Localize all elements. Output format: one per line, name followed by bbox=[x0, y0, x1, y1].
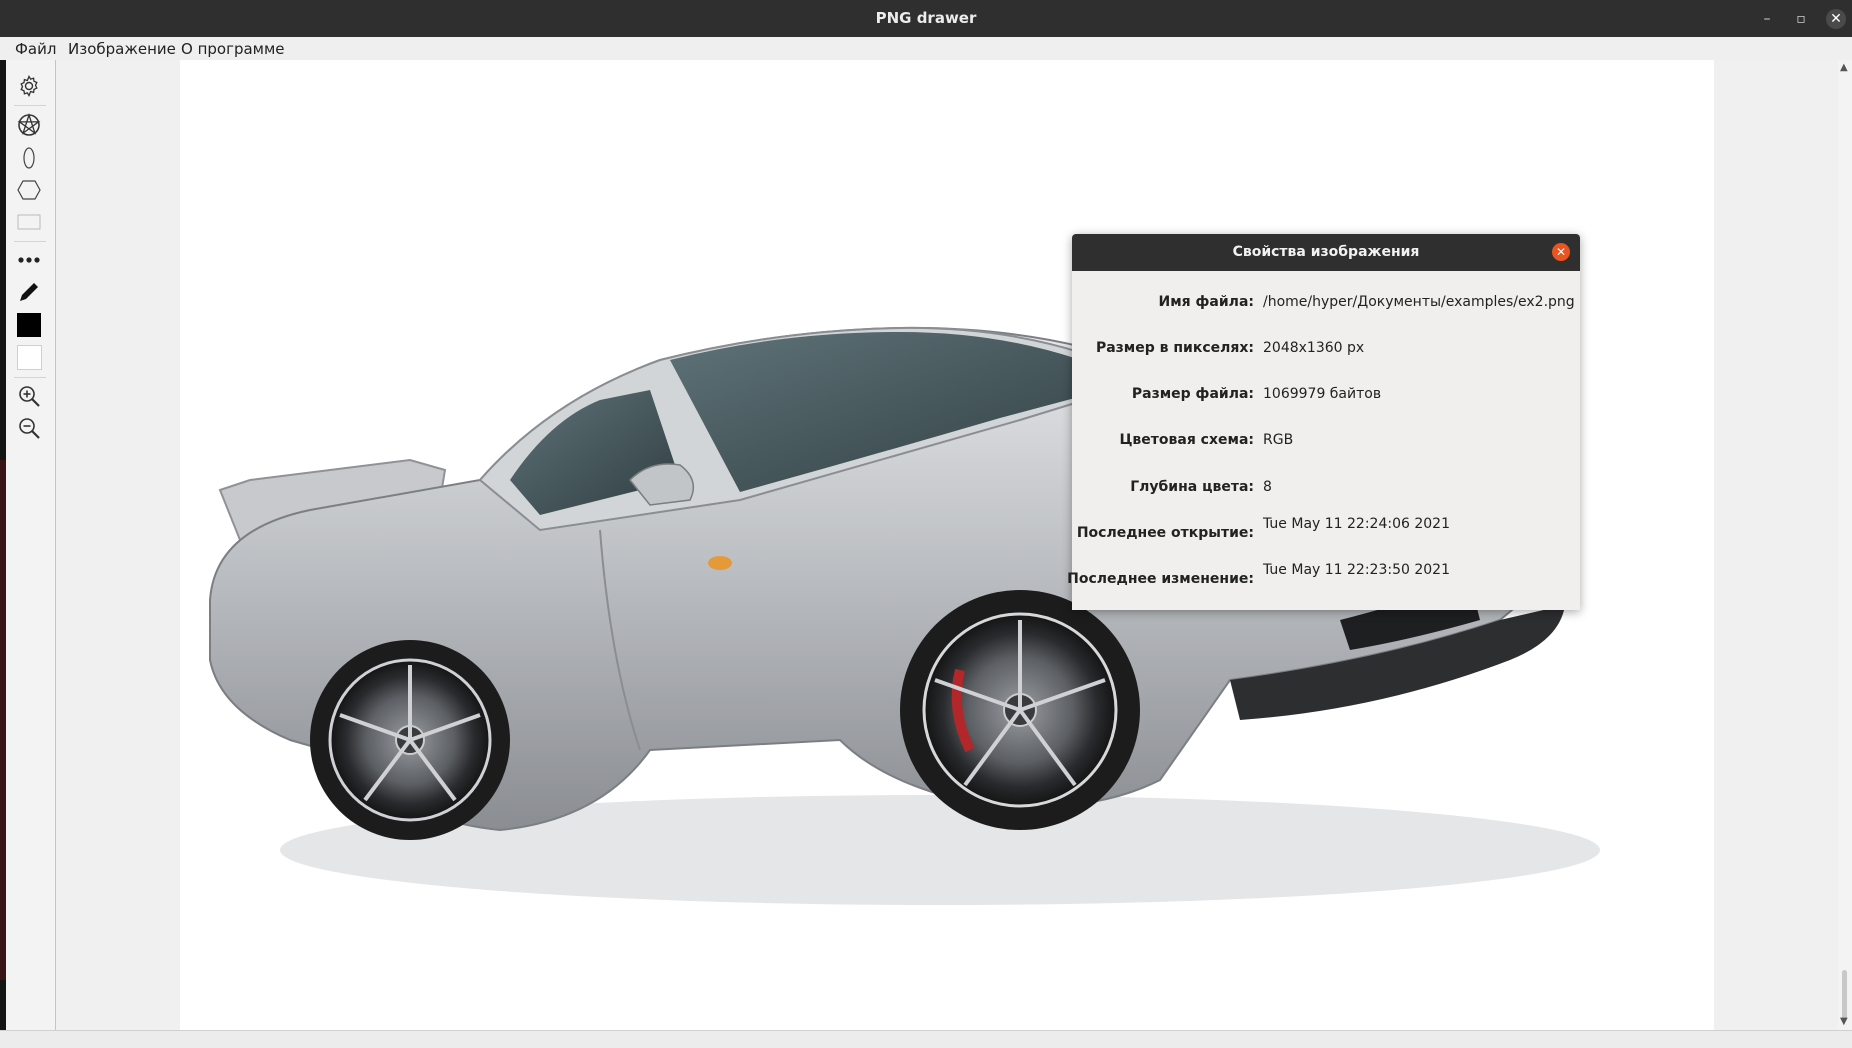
label-color-scheme: Цветовая схема: bbox=[1119, 432, 1254, 448]
primary-color-swatch[interactable] bbox=[16, 312, 42, 338]
window-titlebar: PNG drawer – ▫ ✕ bbox=[0, 0, 1852, 37]
tool-palette bbox=[6, 60, 56, 1030]
scroll-up-icon[interactable]: ▲ bbox=[1840, 62, 1848, 73]
menu-file[interactable]: Файл bbox=[15, 40, 56, 58]
value-last-opened: Tue May 11 22:24:06 2021 bbox=[1263, 516, 1450, 532]
image-properties-dialog: Свойства изображения ✕ Имя файла: /home/… bbox=[1067, 234, 1580, 610]
value-color-depth: 8 bbox=[1263, 479, 1272, 495]
close-window-button[interactable]: ✕ bbox=[1826, 9, 1846, 29]
status-bar bbox=[0, 1030, 1852, 1048]
secondary-color-swatch[interactable] bbox=[16, 344, 42, 370]
value-color-scheme: RGB bbox=[1263, 432, 1294, 448]
pen-icon[interactable] bbox=[16, 279, 42, 305]
menubar: Файл Изображение О программе bbox=[0, 37, 1852, 61]
minimize-icon[interactable]: – bbox=[1757, 9, 1777, 29]
scroll-down-icon[interactable]: ▼ bbox=[1840, 1016, 1848, 1027]
scrollbar-thumb[interactable] bbox=[1842, 970, 1847, 1020]
label-color-depth: Глубина цвета: bbox=[1130, 479, 1254, 495]
label-file-size: Размер файла: bbox=[1131, 386, 1254, 402]
value-last-modified: Tue May 11 22:23:50 2021 bbox=[1263, 562, 1450, 578]
zoom-out-icon[interactable] bbox=[16, 415, 42, 441]
value-filename: /home/hyper/Документы/examples/ex2.png bbox=[1263, 294, 1575, 310]
maximize-icon[interactable]: ▫ bbox=[1791, 9, 1811, 29]
window-title: PNG drawer bbox=[875, 9, 977, 27]
zoom-in-icon[interactable] bbox=[16, 383, 42, 409]
label-last-opened: Последнее открытие: bbox=[1076, 525, 1254, 541]
value-file-size: 1069979 байтов bbox=[1263, 386, 1382, 402]
menu-about[interactable]: О программе bbox=[181, 40, 285, 58]
dialog-title: Свойства изображения bbox=[1072, 234, 1580, 271]
label-pixel-size: Размер в пикселях: bbox=[1095, 340, 1254, 356]
hexagon-icon[interactable] bbox=[16, 177, 42, 203]
dialog-close-button[interactable]: ✕ bbox=[1552, 243, 1570, 261]
value-pixel-size: 2048x1360 px bbox=[1263, 340, 1365, 356]
menu-image[interactable]: Изображение bbox=[68, 40, 176, 58]
vertical-scrollbar[interactable]: ▲ ▼ bbox=[1838, 60, 1852, 1030]
ellipse-icon[interactable] bbox=[16, 145, 42, 171]
label-filename: Имя файла: bbox=[1158, 294, 1254, 310]
polygon-star-icon[interactable] bbox=[16, 112, 42, 138]
rectangle-icon[interactable] bbox=[16, 209, 42, 235]
dots-icon[interactable] bbox=[16, 247, 42, 273]
gear-icon[interactable] bbox=[16, 73, 42, 99]
label-last-modified: Последнее изменение: bbox=[1067, 571, 1254, 587]
